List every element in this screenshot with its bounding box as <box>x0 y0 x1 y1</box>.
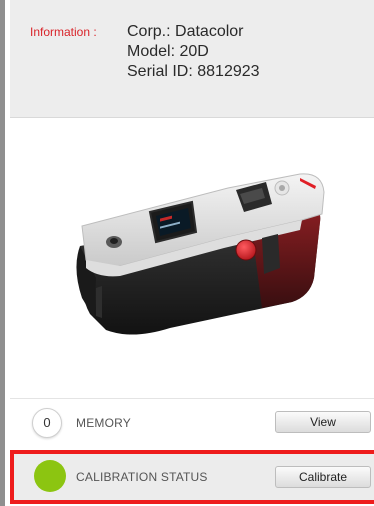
calibration-status-label: CALIBRATION STATUS <box>76 470 208 484</box>
info-panel: Information : Corp.: Datacolor Model: 20… <box>10 0 374 118</box>
memory-label: MEMORY <box>76 416 131 430</box>
calibration-row: CALIBRATION STATUS Calibrate <box>10 450 374 504</box>
memory-row: 0 MEMORY View <box>10 398 374 444</box>
device-info: Corp.: Datacolor Model: 20D Serial ID: 8… <box>127 22 260 82</box>
view-button[interactable]: View <box>275 411 371 433</box>
device-panel: Information : Corp.: Datacolor Model: 20… <box>0 0 374 506</box>
device-image-area <box>10 118 374 396</box>
corp-text: Corp.: Datacolor <box>127 23 244 40</box>
spectrophotometer-image <box>76 173 325 335</box>
calibrate-button[interactable]: Calibrate <box>275 466 371 488</box>
calibration-status-indicator <box>34 460 66 492</box>
memory-count-badge: 0 <box>32 408 62 438</box>
model-text: Model: 20D <box>127 43 209 60</box>
serial-text: Serial ID: 8812923 <box>127 63 260 80</box>
info-label: Information : <box>30 25 97 39</box>
